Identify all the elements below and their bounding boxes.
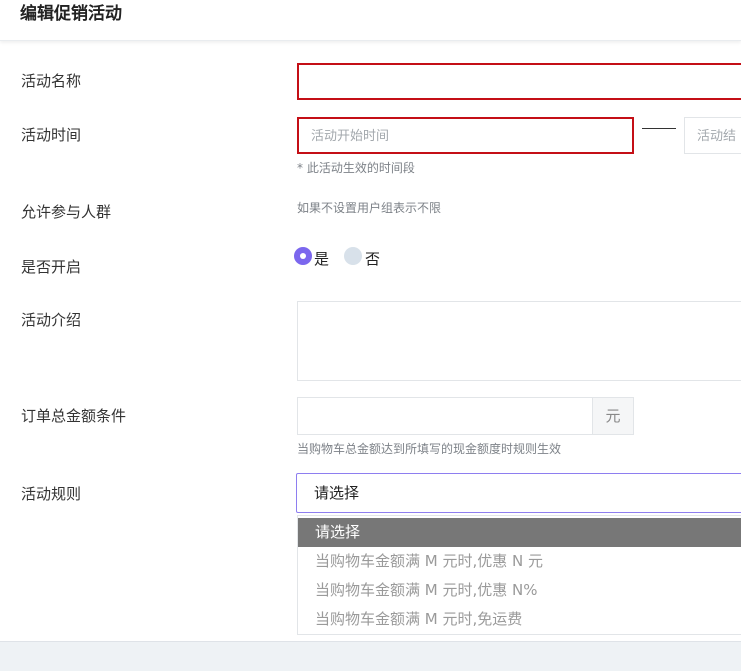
end-time-input[interactable]: 活动结 <box>684 117 741 154</box>
start-time-placeholder: 活动开始时间 <box>311 129 390 144</box>
rule-select[interactable]: 请选择 <box>296 473 741 513</box>
user-group-label: 允许参与人群 <box>21 203 112 221</box>
user-group-hint: 如果不设置用户组表示不限 <box>297 201 442 215</box>
rule-option[interactable]: 当购物车金额满 M 元时,优惠 N% <box>298 576 741 605</box>
rule-label: 活动规则 <box>21 485 82 503</box>
amount-unit: 元 <box>592 397 634 435</box>
radio-no-label[interactable]: 否 <box>365 249 380 269</box>
amount-label: 订单总金额条件 <box>21 407 127 425</box>
rule-select-value: 请选择 <box>314 484 360 502</box>
amount-hint: 当购物车总金额达到所填写的现金额度时规则生效 <box>297 442 562 456</box>
amount-input[interactable] <box>297 397 593 435</box>
end-time-placeholder: 活动结 <box>697 129 737 144</box>
rule-option[interactable]: 请选择 <box>298 518 741 547</box>
rule-dropdown: 请选择 当购物车金额满 M 元时,优惠 N 元 当购物车金额满 M 元时,优惠 … <box>297 515 741 635</box>
start-time-input[interactable]: 活动开始时间 <box>297 117 634 154</box>
enabled-label: 是否开启 <box>21 258 82 276</box>
page-title: 编辑促销活动 <box>20 4 122 24</box>
radio-yes-button[interactable] <box>294 247 312 265</box>
intro-textarea[interactable] <box>297 301 741 381</box>
activity-name-label: 活动名称 <box>21 72 82 90</box>
page-header: 编辑促销活动 <box>0 0 741 41</box>
radio-no-button[interactable] <box>344 247 362 265</box>
radio-yes-label[interactable]: 是 <box>314 249 329 269</box>
rule-option[interactable]: 当购物车金额满 M 元时,免运费 <box>298 605 741 634</box>
intro-label: 活动介绍 <box>21 311 82 329</box>
activity-time-hint: * 此活动生效的时间段 <box>297 161 415 175</box>
rule-option[interactable]: 当购物车金额满 M 元时,优惠 N 元 <box>298 547 741 576</box>
activity-name-input[interactable] <box>297 63 741 100</box>
form-panel: 编辑促销活动 活动名称 活动时间 活动开始时间 活动结 * 此活动生效的时间段 … <box>0 0 741 642</box>
range-separator <box>642 128 676 129</box>
activity-time-label: 活动时间 <box>21 126 82 144</box>
